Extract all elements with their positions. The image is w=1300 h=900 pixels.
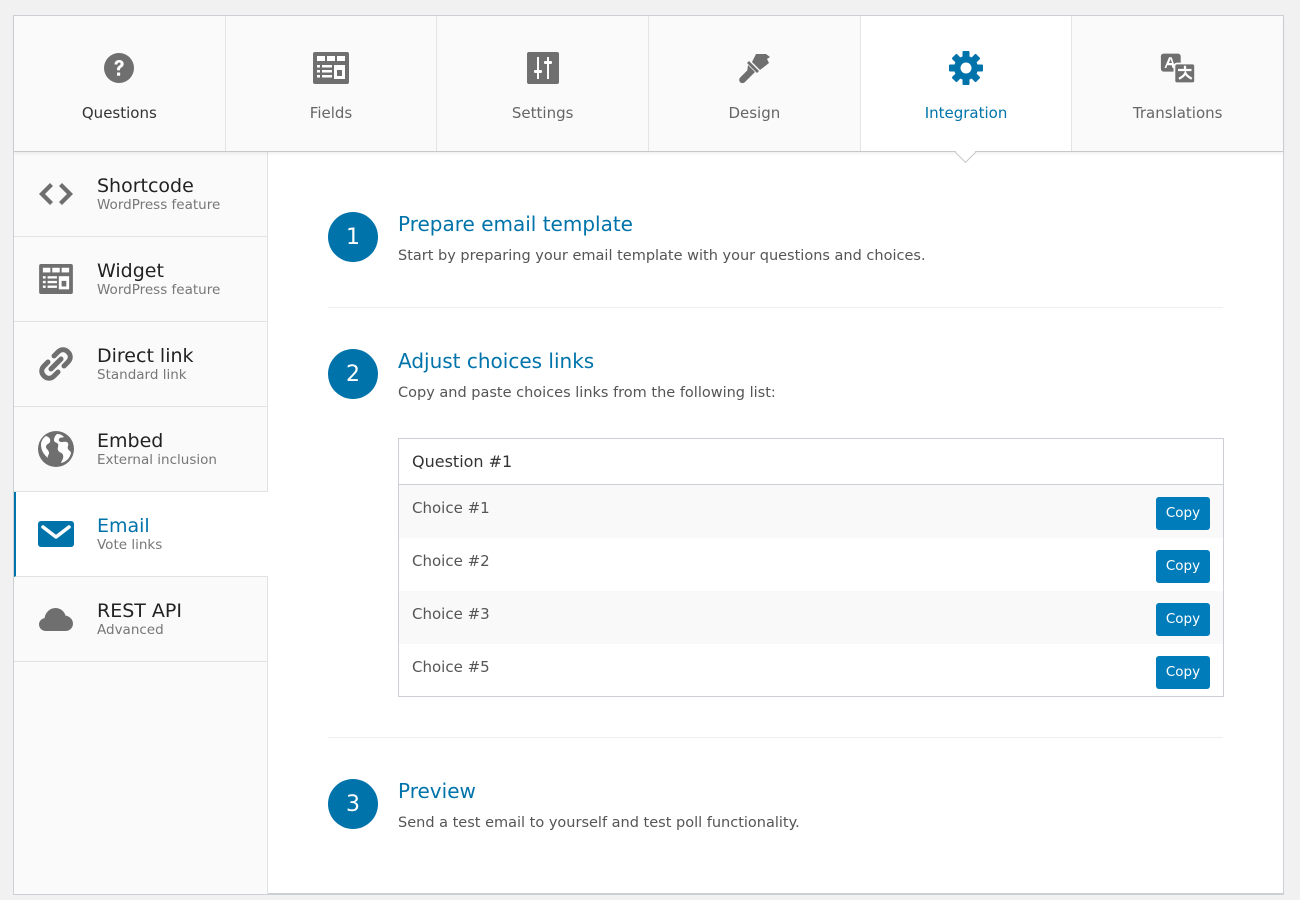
step-description: Copy and paste choices links from the fo… <box>398 385 776 401</box>
divider <box>328 307 1223 308</box>
copy-button[interactable]: Copy <box>1156 602 1210 636</box>
sidebar-item-title: Direct link <box>97 345 194 367</box>
top-tabs: Questions Fields Settings Design Integra… <box>14 16 1283 152</box>
choices-links-table: Question #1 Choice #1 Copy Choice #2 Cop… <box>398 438 1224 697</box>
sidebar-item-subtitle: Vote links <box>97 537 163 553</box>
choice-label: Choice #3 <box>412 604 490 623</box>
sidebar-item-subtitle: Advanced <box>97 622 164 638</box>
link-icon <box>36 344 76 384</box>
cloud-icon <box>36 599 76 639</box>
sidebar-item-subtitle: Standard link <box>97 367 187 383</box>
tab-label: Settings <box>511 104 574 122</box>
paintbrush-icon <box>736 50 772 86</box>
tab-questions[interactable]: Questions <box>14 16 226 151</box>
choice-row: Choice #3 Copy <box>399 591 1223 644</box>
step-title: Adjust choices links <box>398 349 595 373</box>
sidebar-item-widget[interactable]: Widget WordPress feature <box>14 237 267 322</box>
gear-icon <box>948 50 984 86</box>
sidebar-item-title: REST API <box>97 600 182 622</box>
step-number-badge: 3 <box>328 779 378 829</box>
choice-row: Choice #1 Copy <box>399 485 1223 538</box>
choice-label: Choice #2 <box>412 551 490 570</box>
sidebar-item-title: Widget <box>97 260 164 282</box>
tab-design[interactable]: Design <box>649 16 861 151</box>
sidebar-item-title: Embed <box>97 430 164 452</box>
sidebar-item-title: Email <box>97 515 150 537</box>
sidebar-item-subtitle: External inclusion <box>97 452 217 468</box>
translate-icon <box>1160 50 1196 86</box>
tab-label: Integration <box>924 104 1008 122</box>
tab-settings[interactable]: Settings <box>437 16 650 151</box>
email-integration-content: 1 Prepare email template Start by prepar… <box>269 152 1283 894</box>
tab-label: Questions <box>81 104 157 122</box>
form-fields-icon <box>313 50 349 86</box>
tab-label: Fields <box>309 104 353 122</box>
sidebar-item-shortcode[interactable]: Shortcode WordPress feature <box>14 152 267 237</box>
tab-fields[interactable]: Fields <box>226 16 438 151</box>
question-header: Question #1 <box>399 439 1223 485</box>
step-description: Start by preparing your email template w… <box>398 248 926 264</box>
choice-row: Choice #5 Copy <box>399 644 1223 697</box>
envelope-icon <box>36 514 76 554</box>
integration-sidebar: Shortcode WordPress feature Widget WordP… <box>14 152 268 894</box>
sidebar-item-subtitle: WordPress feature <box>97 197 221 213</box>
widget-icon <box>36 259 76 299</box>
step-number-badge: 1 <box>328 212 378 262</box>
question-circle-icon <box>101 50 137 86</box>
sidebar-item-subtitle: WordPress feature <box>97 282 221 298</box>
sidebar-item-direct-link[interactable]: Direct link Standard link <box>14 322 267 407</box>
step-description: Send a test email to yourself and test p… <box>398 815 800 831</box>
divider <box>328 737 1223 738</box>
tab-label: Design <box>728 104 781 122</box>
integration-panel: Questions Fields Settings Design Integra… <box>13 15 1284 895</box>
tab-label: Translations <box>1132 104 1223 122</box>
choice-row: Choice #2 Copy <box>399 538 1223 591</box>
sidebar-item-title: Shortcode <box>97 175 194 197</box>
copy-button[interactable]: Copy <box>1156 496 1210 530</box>
sidebar-item-rest-api[interactable]: REST API Advanced <box>14 577 267 662</box>
tab-translations[interactable]: Translations <box>1072 16 1283 151</box>
code-brackets-icon <box>36 174 76 214</box>
copy-button[interactable]: Copy <box>1156 655 1210 689</box>
step-title: Preview <box>398 779 476 803</box>
tab-integration[interactable]: Integration <box>860 16 1073 151</box>
sliders-icon <box>525 50 561 86</box>
step-title: Prepare email template <box>398 212 633 236</box>
sidebar-item-email[interactable]: Email Vote links <box>14 492 268 577</box>
globe-icon <box>36 429 76 469</box>
choice-label: Choice #5 <box>412 657 490 676</box>
copy-button[interactable]: Copy <box>1156 549 1210 583</box>
step-number-badge: 2 <box>328 349 378 399</box>
sidebar-item-embed[interactable]: Embed External inclusion <box>14 407 267 492</box>
choice-label: Choice #1 <box>412 498 490 517</box>
